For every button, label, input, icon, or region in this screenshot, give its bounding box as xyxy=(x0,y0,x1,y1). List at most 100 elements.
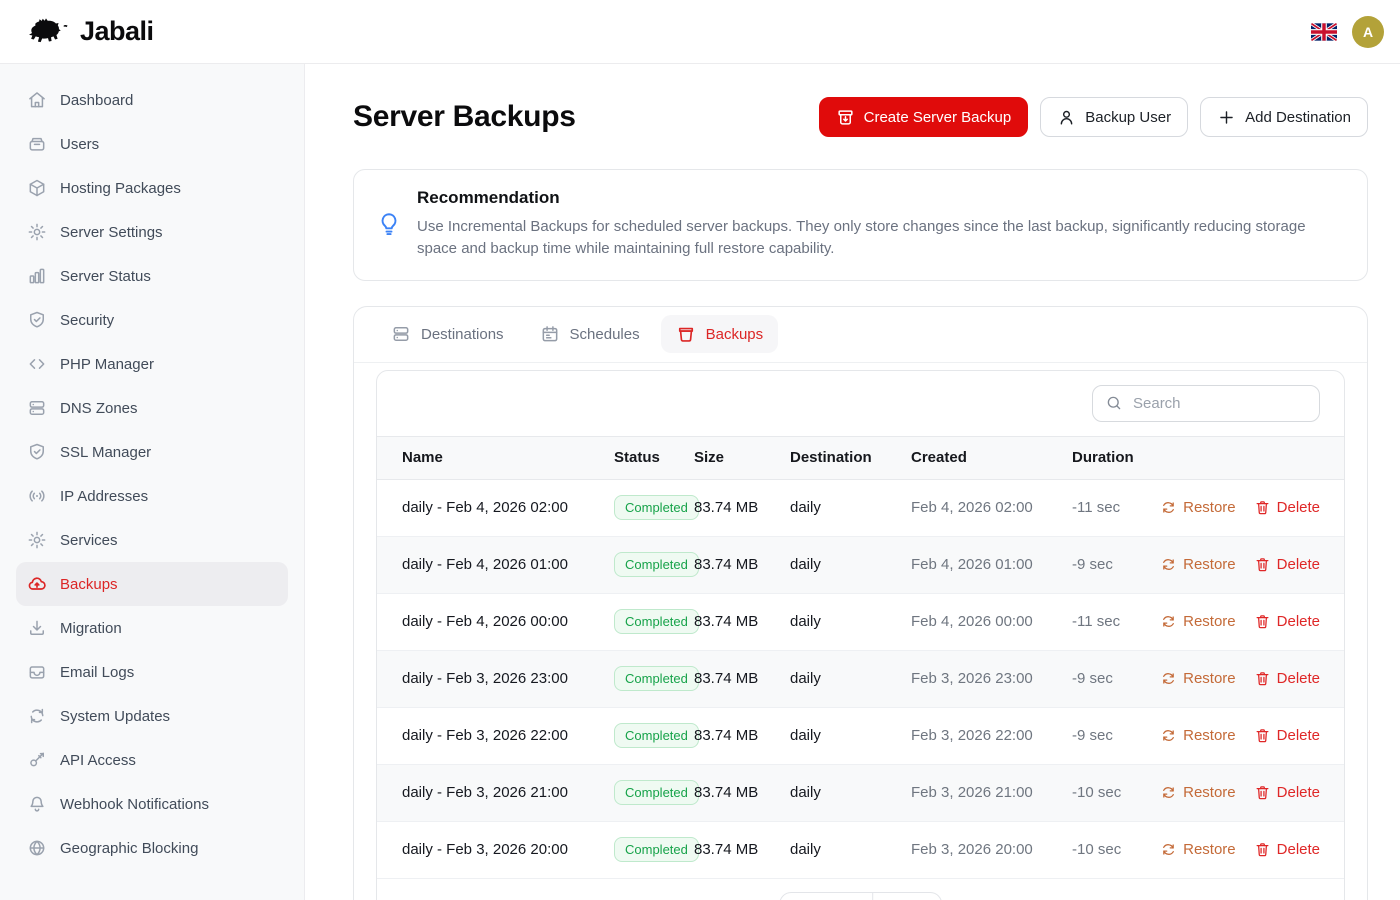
cell-created: Feb 3, 2026 22:00 xyxy=(911,727,1072,744)
column-header-duration: Duration xyxy=(1072,449,1178,466)
sidebar-item-security[interactable]: Security xyxy=(16,298,288,342)
restore-button[interactable]: Restore xyxy=(1160,499,1236,516)
per-page-label: Per page xyxy=(780,893,874,900)
delete-button[interactable]: Delete xyxy=(1254,556,1320,573)
sidebar-item-label: IP Addresses xyxy=(60,488,148,505)
daily - Feb 3, 2026 20:00: daily - Feb 3, 2026 20:00 Completed 83.7… xyxy=(377,822,1344,879)
cell-actions: Restore Delete xyxy=(1160,613,1344,630)
calendar-icon xyxy=(540,324,560,344)
column-header-name: Name xyxy=(377,449,614,466)
sidebar-item-users[interactable]: Users xyxy=(16,122,288,166)
cell-actions: Restore Delete xyxy=(1160,727,1344,744)
cloud-upload-icon xyxy=(27,574,47,594)
sidebar-item-webhook-notifications[interactable]: Webhook Notifications xyxy=(16,782,288,826)
inbox-icon xyxy=(27,662,47,682)
bell-icon xyxy=(27,794,47,814)
tab-label: Backups xyxy=(706,326,764,343)
cell-size: 83.74 MB xyxy=(694,784,790,801)
cell-created: Feb 4, 2026 00:00 xyxy=(911,613,1072,630)
delete-button[interactable]: Delete xyxy=(1254,784,1320,801)
restore-button[interactable]: Restore xyxy=(1160,670,1236,687)
cell-status: Completed xyxy=(614,609,694,634)
search-icon xyxy=(1105,394,1123,412)
sidebar-item-php-manager[interactable]: PHP Manager xyxy=(16,342,288,386)
cell-status: Completed xyxy=(614,837,694,862)
cell-status: Completed xyxy=(614,780,694,805)
add-destination-button[interactable]: Add Destination xyxy=(1200,97,1368,137)
sidebar-item-label: Server Status xyxy=(60,268,151,285)
sidebar-item-system-updates[interactable]: System Updates xyxy=(16,694,288,738)
server-icon xyxy=(391,324,411,344)
shield-check-icon xyxy=(27,442,47,462)
uk-flag-icon[interactable] xyxy=(1311,23,1337,41)
cell-created: Feb 3, 2026 23:00 xyxy=(911,670,1072,687)
restore-button[interactable]: Restore xyxy=(1160,841,1236,858)
cell-destination: daily xyxy=(790,613,911,630)
cell-size: 83.74 MB xyxy=(694,841,790,858)
restore-button[interactable]: Restore xyxy=(1160,613,1236,630)
sidebar-item-label: PHP Manager xyxy=(60,356,154,373)
cell-status: Completed xyxy=(614,552,694,577)
delete-button[interactable]: Delete xyxy=(1254,727,1320,744)
sidebar-item-services[interactable]: Services xyxy=(16,518,288,562)
restore-icon xyxy=(1160,841,1177,858)
delete-button[interactable]: Delete xyxy=(1254,841,1320,858)
sidebar-item-ip-addresses[interactable]: IP Addresses xyxy=(16,474,288,518)
status-badge: Completed xyxy=(614,552,699,577)
cell-name: daily - Feb 4, 2026 01:00 xyxy=(377,556,614,573)
tab-backups[interactable]: Backups xyxy=(661,315,779,353)
column-header-status: Status xyxy=(614,449,694,466)
sidebar: Dashboard Users Hosting Packages Server … xyxy=(0,64,305,900)
package-icon xyxy=(27,178,47,198)
trash-icon xyxy=(1254,670,1271,687)
search-input[interactable] xyxy=(1133,395,1307,412)
create-server-backup-button[interactable]: Create Server Backup xyxy=(819,97,1029,137)
sidebar-item-label: DNS Zones xyxy=(60,400,138,417)
brand-logo[interactable]: Jabali xyxy=(26,15,154,48)
per-page-select[interactable]: Per page 10 xyxy=(779,892,943,900)
daily - Feb 4, 2026 00:00: daily - Feb 4, 2026 00:00 Completed 83.7… xyxy=(377,594,1344,651)
sidebar-item-api-access[interactable]: API Access xyxy=(16,738,288,782)
cell-actions: Restore Delete xyxy=(1160,784,1344,801)
sidebar-item-hosting-packages[interactable]: Hosting Packages xyxy=(16,166,288,210)
topbar-right: A xyxy=(1311,16,1384,48)
delete-button[interactable]: Delete xyxy=(1254,670,1320,687)
restore-button[interactable]: Restore xyxy=(1160,784,1236,801)
backups-table-card: Name Status Size Destination Created Dur… xyxy=(376,370,1345,900)
refresh-icon xyxy=(27,706,47,726)
trash-icon xyxy=(1254,727,1271,744)
daily - Feb 3, 2026 22:00: daily - Feb 3, 2026 22:00 Completed 83.7… xyxy=(377,708,1344,765)
restore-icon xyxy=(1160,670,1177,687)
drawer-icon xyxy=(27,134,47,154)
sidebar-item-server-settings[interactable]: Server Settings xyxy=(16,210,288,254)
sidebar-item-backups[interactable]: Backups xyxy=(16,562,288,606)
sidebar-item-dns-zones[interactable]: DNS Zones xyxy=(16,386,288,430)
sidebar-item-ssl-manager[interactable]: SSL Manager xyxy=(16,430,288,474)
delete-button[interactable]: Delete xyxy=(1254,499,1320,516)
boar-logo-icon xyxy=(26,15,72,48)
tab-schedules[interactable]: Schedules xyxy=(525,315,655,353)
sidebar-item-email-logs[interactable]: Email Logs xyxy=(16,650,288,694)
daily - Feb 3, 2026 21:00: daily - Feb 3, 2026 21:00 Completed 83.7… xyxy=(377,765,1344,822)
sidebar-item-label: Hosting Packages xyxy=(60,180,181,197)
cell-name: daily - Feb 4, 2026 02:00 xyxy=(377,499,614,516)
cell-actions: Restore Delete xyxy=(1160,670,1344,687)
restore-button[interactable]: Restore xyxy=(1160,556,1236,573)
avatar[interactable]: A xyxy=(1352,16,1384,48)
tab-destinations[interactable]: Destinations xyxy=(376,315,519,353)
backup-user-button[interactable]: Backup User xyxy=(1040,97,1188,137)
cell-actions: Restore Delete xyxy=(1160,499,1344,516)
cell-destination: daily xyxy=(790,727,911,744)
sidebar-item-server-status[interactable]: Server Status xyxy=(16,254,288,298)
restore-button[interactable]: Restore xyxy=(1160,727,1236,744)
shield-check-icon xyxy=(27,310,47,330)
daily - Feb 4, 2026 02:00: daily - Feb 4, 2026 02:00 Completed 83.7… xyxy=(377,480,1344,537)
cell-destination: daily xyxy=(790,499,911,516)
delete-button[interactable]: Delete xyxy=(1254,613,1320,630)
sidebar-item-geographic-blocking[interactable]: Geographic Blocking xyxy=(16,826,288,870)
tab-bar: Destinations Schedules Backups xyxy=(354,307,1367,363)
main-content: Server Backups Create Server Backup Back… xyxy=(305,64,1400,900)
sidebar-item-dashboard[interactable]: Dashboard xyxy=(16,78,288,122)
status-badge: Completed xyxy=(614,609,699,634)
sidebar-item-migration[interactable]: Migration xyxy=(16,606,288,650)
